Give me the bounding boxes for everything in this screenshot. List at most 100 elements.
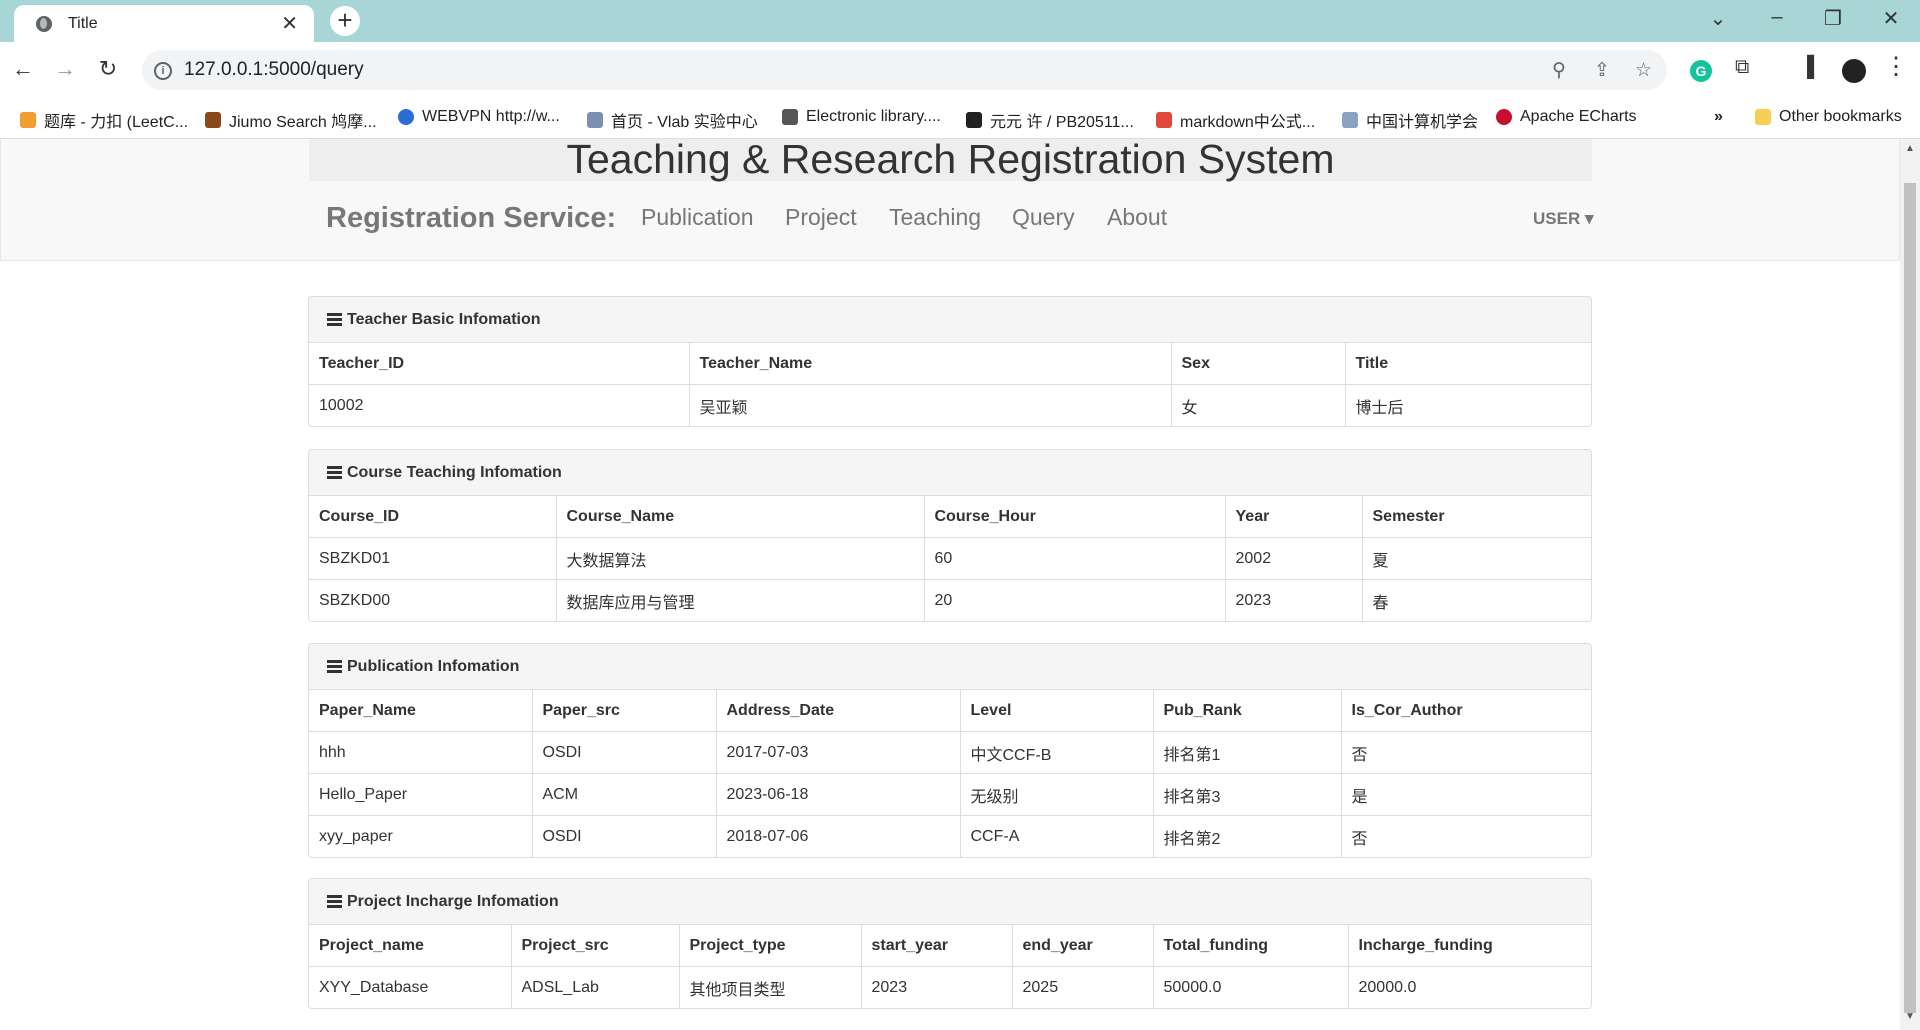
bookmark-favicon (398, 109, 414, 125)
bookmark-item[interactable]: Apache ECharts (1496, 108, 1637, 126)
table-cell: 2017-07-03 (716, 731, 961, 774)
table-header-row: Paper_Name Paper_src Address_Date Level … (309, 690, 1591, 732)
list-icon (327, 466, 342, 479)
back-icon[interactable]: ← (8, 56, 38, 82)
bookmark-item[interactable]: WEBVPN http://w... (398, 108, 560, 126)
column-header: Course_ID (309, 496, 557, 538)
bookmark-item[interactable]: Jiumo Search 鸠摩... (205, 108, 377, 132)
panel-heading: Course Teaching Infomation (309, 450, 1591, 496)
bookmark-item[interactable]: markdown中公式... (1156, 108, 1315, 132)
table-cell: 无级别 (960, 773, 1154, 816)
scrollbar-thumb[interactable] (1904, 183, 1916, 1013)
table-cell: 数据库应用与管理 (556, 579, 925, 621)
other-bookmarks-folder[interactable]: Other bookmarks (1755, 108, 1902, 126)
folder-icon (1755, 109, 1771, 125)
bookmark-item[interactable]: Electronic library.... (782, 108, 941, 126)
table-cell: 2025 (1012, 966, 1154, 1008)
course-panel: Course Teaching Infomation Course_ID Cou… (308, 449, 1592, 622)
table-cell: 50000.0 (1153, 966, 1349, 1008)
table-row: xyy_paper OSDI 2018-07-06 CCF-A 排名第2 否 (309, 815, 1591, 857)
browser-tab[interactable]: Title ✕ (14, 5, 314, 42)
extensions-icon[interactable]: ⧉ (1735, 56, 1749, 79)
nav-query[interactable]: Query (1012, 204, 1075, 231)
column-header: Level (960, 690, 1154, 732)
column-header: Sex (1171, 343, 1346, 385)
navbar-brand[interactable]: Registration Service: (326, 202, 616, 235)
table-cell: 春 (1362, 579, 1591, 621)
globe-icon (36, 15, 52, 32)
share-icon[interactable]: ⇪ (1594, 59, 1610, 82)
menu-dots-icon[interactable]: ⋮ (1884, 52, 1908, 81)
bookmark-favicon (1156, 112, 1172, 128)
page-scrollbar[interactable]: ▲ ▼ (1900, 139, 1920, 1030)
forward-icon[interactable]: → (50, 56, 80, 82)
window-close-button[interactable]: ✕ (1876, 6, 1906, 31)
browser-toolbar: ← → ↻ i 127.0.0.1:5000/query ⚲ ⇪ ☆ (0, 42, 1920, 98)
nav-teaching[interactable]: Teaching (889, 204, 981, 231)
bookmark-favicon (1342, 112, 1358, 128)
tab-search-icon[interactable]: ⌄ (1703, 6, 1733, 31)
column-header: Year (1225, 496, 1363, 538)
page-title: Teaching & Research Registration System (566, 139, 1335, 182)
table-cell: 大数据算法 (556, 537, 925, 580)
panel-heading: Publication Infomation (309, 644, 1591, 690)
table-cell: 20 (924, 579, 1226, 621)
table-cell: OSDI (532, 815, 717, 857)
table-cell: ADSL_Lab (511, 966, 680, 1008)
site-info-icon[interactable]: i (154, 62, 172, 80)
scroll-down-arrow-icon[interactable]: ▼ (1905, 1011, 1915, 1022)
bookmarks-bar: 题库 - 力扣 (LeetC... Jiumo Search 鸠摩... WEB… (0, 98, 1920, 139)
site-title-box: Teaching & Research Registration System (309, 139, 1592, 181)
table-cell: 中文CCF-B (960, 731, 1154, 774)
side-panel-icon[interactable]: ▐ (1800, 56, 1814, 79)
bookmark-star-icon[interactable]: ☆ (1635, 59, 1652, 82)
restore-button[interactable]: ❐ (1818, 6, 1848, 31)
profile-avatar[interactable] (1842, 59, 1866, 83)
table-cell: 女 (1171, 384, 1346, 426)
table-cell: 2023 (1225, 579, 1363, 621)
publication-table: Paper_Name Paper_src Address_Date Level … (309, 690, 1591, 857)
zoom-icon[interactable]: ⚲ (1552, 59, 1566, 82)
bookmark-item[interactable]: 首页 - Vlab 实验中心 (587, 108, 758, 132)
table-cell: XYY_Database (309, 966, 512, 1008)
table-cell: 吴亚颖 (689, 384, 1172, 426)
grammarly-extension-icon[interactable]: G (1690, 60, 1712, 82)
column-header: Course_Hour (924, 496, 1226, 538)
bookmark-item[interactable]: 元元 许 / PB20511... (966, 108, 1134, 132)
column-header: Project_name (309, 925, 512, 967)
navbar: Teaching & Research Registration System … (0, 139, 1900, 261)
column-header: Semester (1372, 507, 1445, 525)
table-cell: 2018-07-06 (716, 815, 961, 857)
nav-project[interactable]: Project (785, 204, 857, 231)
bookmarks-overflow-button[interactable]: » (1714, 108, 1723, 126)
scroll-up-arrow-icon[interactable]: ▲ (1905, 143, 1915, 154)
panel-title: Course Teaching Infomation (347, 463, 562, 481)
list-icon (327, 895, 342, 908)
bookmark-item[interactable]: 中国计算机学会 (1342, 108, 1478, 132)
column-header: Is_Cor_Author (1351, 701, 1463, 719)
tab-strip: Title ✕ + ⌄ – ❐ ✕ (0, 0, 1920, 42)
table-cell: 是 (1341, 773, 1591, 816)
table-row: SBZKD01 大数据算法 60 2002 夏 (309, 537, 1591, 580)
column-header: start_year (861, 925, 1013, 967)
table-cell: 2023-06-18 (716, 773, 961, 816)
address-bar[interactable]: i 127.0.0.1:5000/query ⚲ ⇪ ☆ (142, 50, 1667, 90)
close-tab-icon[interactable]: ✕ (281, 11, 298, 36)
table-row: SBZKD00 数据库应用与管理 20 2023 春 (309, 579, 1591, 621)
bookmark-item[interactable]: 题库 - 力扣 (LeetC... (20, 108, 188, 132)
table-cell: 排名第2 (1153, 815, 1342, 857)
column-header: Project_src (511, 925, 680, 967)
reload-icon[interactable]: ↻ (93, 56, 123, 82)
table-cell: 博士后 (1345, 384, 1591, 426)
publication-panel: Publication Infomation Paper_Name Paper_… (308, 643, 1592, 858)
minimize-button[interactable]: – (1762, 6, 1792, 29)
teacher-panel: Teacher Basic Infomation Teacher_ID Teac… (308, 296, 1592, 427)
project-table: Project_name Project_src Project_type st… (309, 925, 1591, 1008)
new-tab-button[interactable]: + (330, 6, 360, 36)
nav-about[interactable]: About (1107, 204, 1167, 231)
table-cell: 排名第1 (1153, 731, 1342, 774)
table-cell: 2002 (1225, 537, 1363, 580)
column-header: Paper_src (532, 690, 717, 732)
nav-publication[interactable]: Publication (641, 204, 754, 231)
user-dropdown[interactable]: USER ▾ (1533, 209, 1594, 229)
